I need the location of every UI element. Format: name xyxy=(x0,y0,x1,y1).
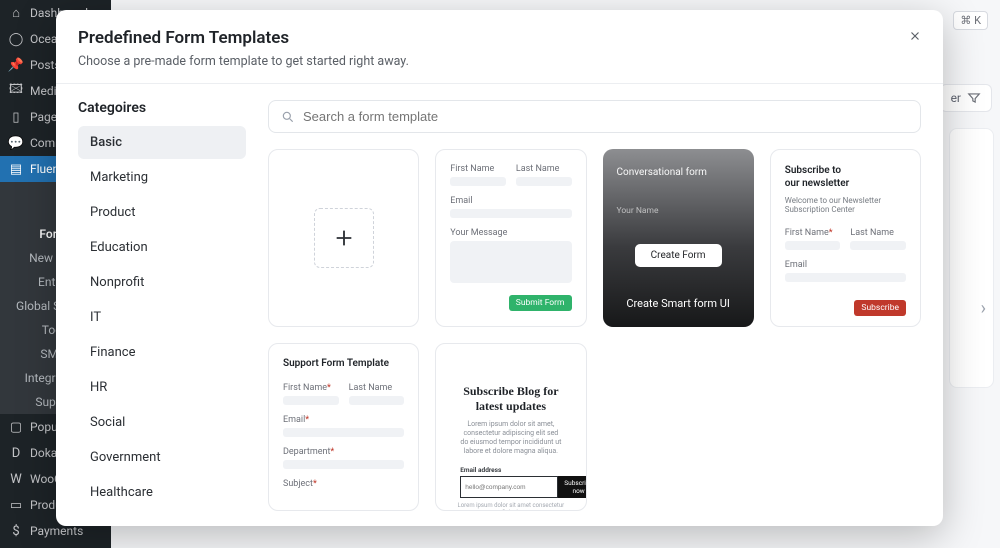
label-last-name: Last Name xyxy=(516,164,572,174)
menu-icon: D xyxy=(8,445,24,461)
menu-icon: W xyxy=(8,471,24,487)
menu-icon: 🖾 xyxy=(8,83,24,99)
news-sub: Welcome to our Newsletter Subscription C… xyxy=(785,196,906,214)
menu-icon: ▯ xyxy=(8,109,24,125)
convo-title: Conversational form xyxy=(617,167,740,178)
label-dept-req: Department xyxy=(283,447,404,457)
support-title: Support Form Template xyxy=(283,358,404,369)
convo-footer: Create Smart form UI xyxy=(617,297,740,310)
template-card-blogsubscribe[interactable]: Subscribe Blog for latest updates Lorem … xyxy=(435,343,586,511)
category-item[interactable]: Basic xyxy=(78,126,246,159)
label-first-name-req: First Name xyxy=(283,383,339,393)
label-last-name: Last Name xyxy=(850,228,906,238)
sidebar-item-label: Payments xyxy=(30,524,83,538)
funnel-icon xyxy=(967,91,981,105)
modal-subtitle: Choose a pre-made form template to get s… xyxy=(78,54,921,69)
convo-yourname: Your Name xyxy=(617,206,740,216)
template-modal: Predefined Form Templates Choose a pre-m… xyxy=(56,10,943,526)
template-card-support[interactable]: Support Form Template First Name Last Na… xyxy=(268,343,419,511)
keyboard-shortcut-badge[interactable]: ⌘ K xyxy=(953,11,988,30)
sidebar-item[interactable]: ⫿Analytics xyxy=(0,544,111,548)
convo-cta-preview: Create Form xyxy=(635,244,722,267)
filter-chip[interactable]: er xyxy=(940,84,992,112)
label-email: Email xyxy=(450,196,571,206)
menu-icon: ▭ xyxy=(8,497,24,513)
chevron-right-icon: › xyxy=(981,298,986,319)
category-item[interactable]: Government xyxy=(78,441,246,474)
right-panel-ghost xyxy=(949,128,994,388)
label-email: Email xyxy=(785,260,906,270)
modal-title: Predefined Form Templates xyxy=(78,28,921,48)
menu-icon: ▤ xyxy=(8,161,24,177)
template-card-newsletter[interactable]: Subscribe to our newsletter Welcome to ou… xyxy=(770,149,921,327)
menu-icon: $ xyxy=(8,523,24,539)
submit-button-preview: Submit Form xyxy=(509,295,572,311)
category-item[interactable]: Finance xyxy=(78,336,246,369)
template-card-basic[interactable]: First Name Last Name Email Your Message … xyxy=(435,149,586,327)
label-subj-req: Subject xyxy=(283,479,404,489)
menu-icon: ▢ xyxy=(8,419,24,435)
categories-heading: Categoires xyxy=(78,100,246,116)
label-first-name-req: First Name xyxy=(785,228,841,238)
category-item[interactable]: HR xyxy=(78,371,246,404)
templates-area: First Name Last Name Email Your Message … xyxy=(246,84,943,526)
category-item[interactable]: Education xyxy=(78,231,246,264)
blog-email-input-preview xyxy=(460,476,558,498)
search-input-wrapper[interactable] xyxy=(268,100,921,133)
label-last-name: Last Name xyxy=(349,383,405,393)
category-item[interactable]: Product xyxy=(78,196,246,229)
menu-icon: 📌 xyxy=(8,57,24,73)
close-button[interactable] xyxy=(903,24,927,48)
blank-box xyxy=(314,208,374,268)
label-first-name: First Name xyxy=(450,164,506,174)
category-item[interactable]: IT xyxy=(78,301,246,334)
news-l1: Subscribe to xyxy=(785,165,841,176)
category-item[interactable]: Marketing xyxy=(78,161,246,194)
menu-icon: ◯ xyxy=(8,31,24,47)
blog-heading: Subscribe Blog for latest updates xyxy=(450,384,571,414)
close-icon xyxy=(908,29,922,43)
label-message: Your Message xyxy=(450,228,571,238)
blog-email-label: Email address xyxy=(460,466,571,474)
blog-note: Lorem ipsum dolor sit amet consectetur a… xyxy=(450,502,571,511)
plus-icon xyxy=(333,227,355,249)
category-item[interactable]: Healthcare xyxy=(78,476,246,509)
news-l2: our newsletter xyxy=(785,178,850,189)
search-input[interactable] xyxy=(303,109,908,124)
blog-subscribe-button-preview: Subscribe now xyxy=(558,476,586,498)
template-card-conversational[interactable]: Conversational form Your Name Create For… xyxy=(603,149,754,327)
search-icon xyxy=(281,110,295,124)
blog-lorem: Lorem ipsum dolor sit amet, consectetur … xyxy=(459,420,562,456)
subscribe-button-preview: Subscribe xyxy=(854,300,906,316)
menu-icon: ⌂ xyxy=(8,5,24,21)
label-email-req: Email xyxy=(283,415,404,425)
menu-icon: 💬 xyxy=(8,135,24,151)
category-item[interactable]: Nonprofit xyxy=(78,266,246,299)
category-item[interactable]: Social xyxy=(78,406,246,439)
modal-header: Predefined Form Templates Choose a pre-m… xyxy=(56,10,943,84)
template-card-blank[interactable] xyxy=(268,149,419,327)
categories-panel: Categoires BasicMarketingProductEducatio… xyxy=(56,84,246,526)
